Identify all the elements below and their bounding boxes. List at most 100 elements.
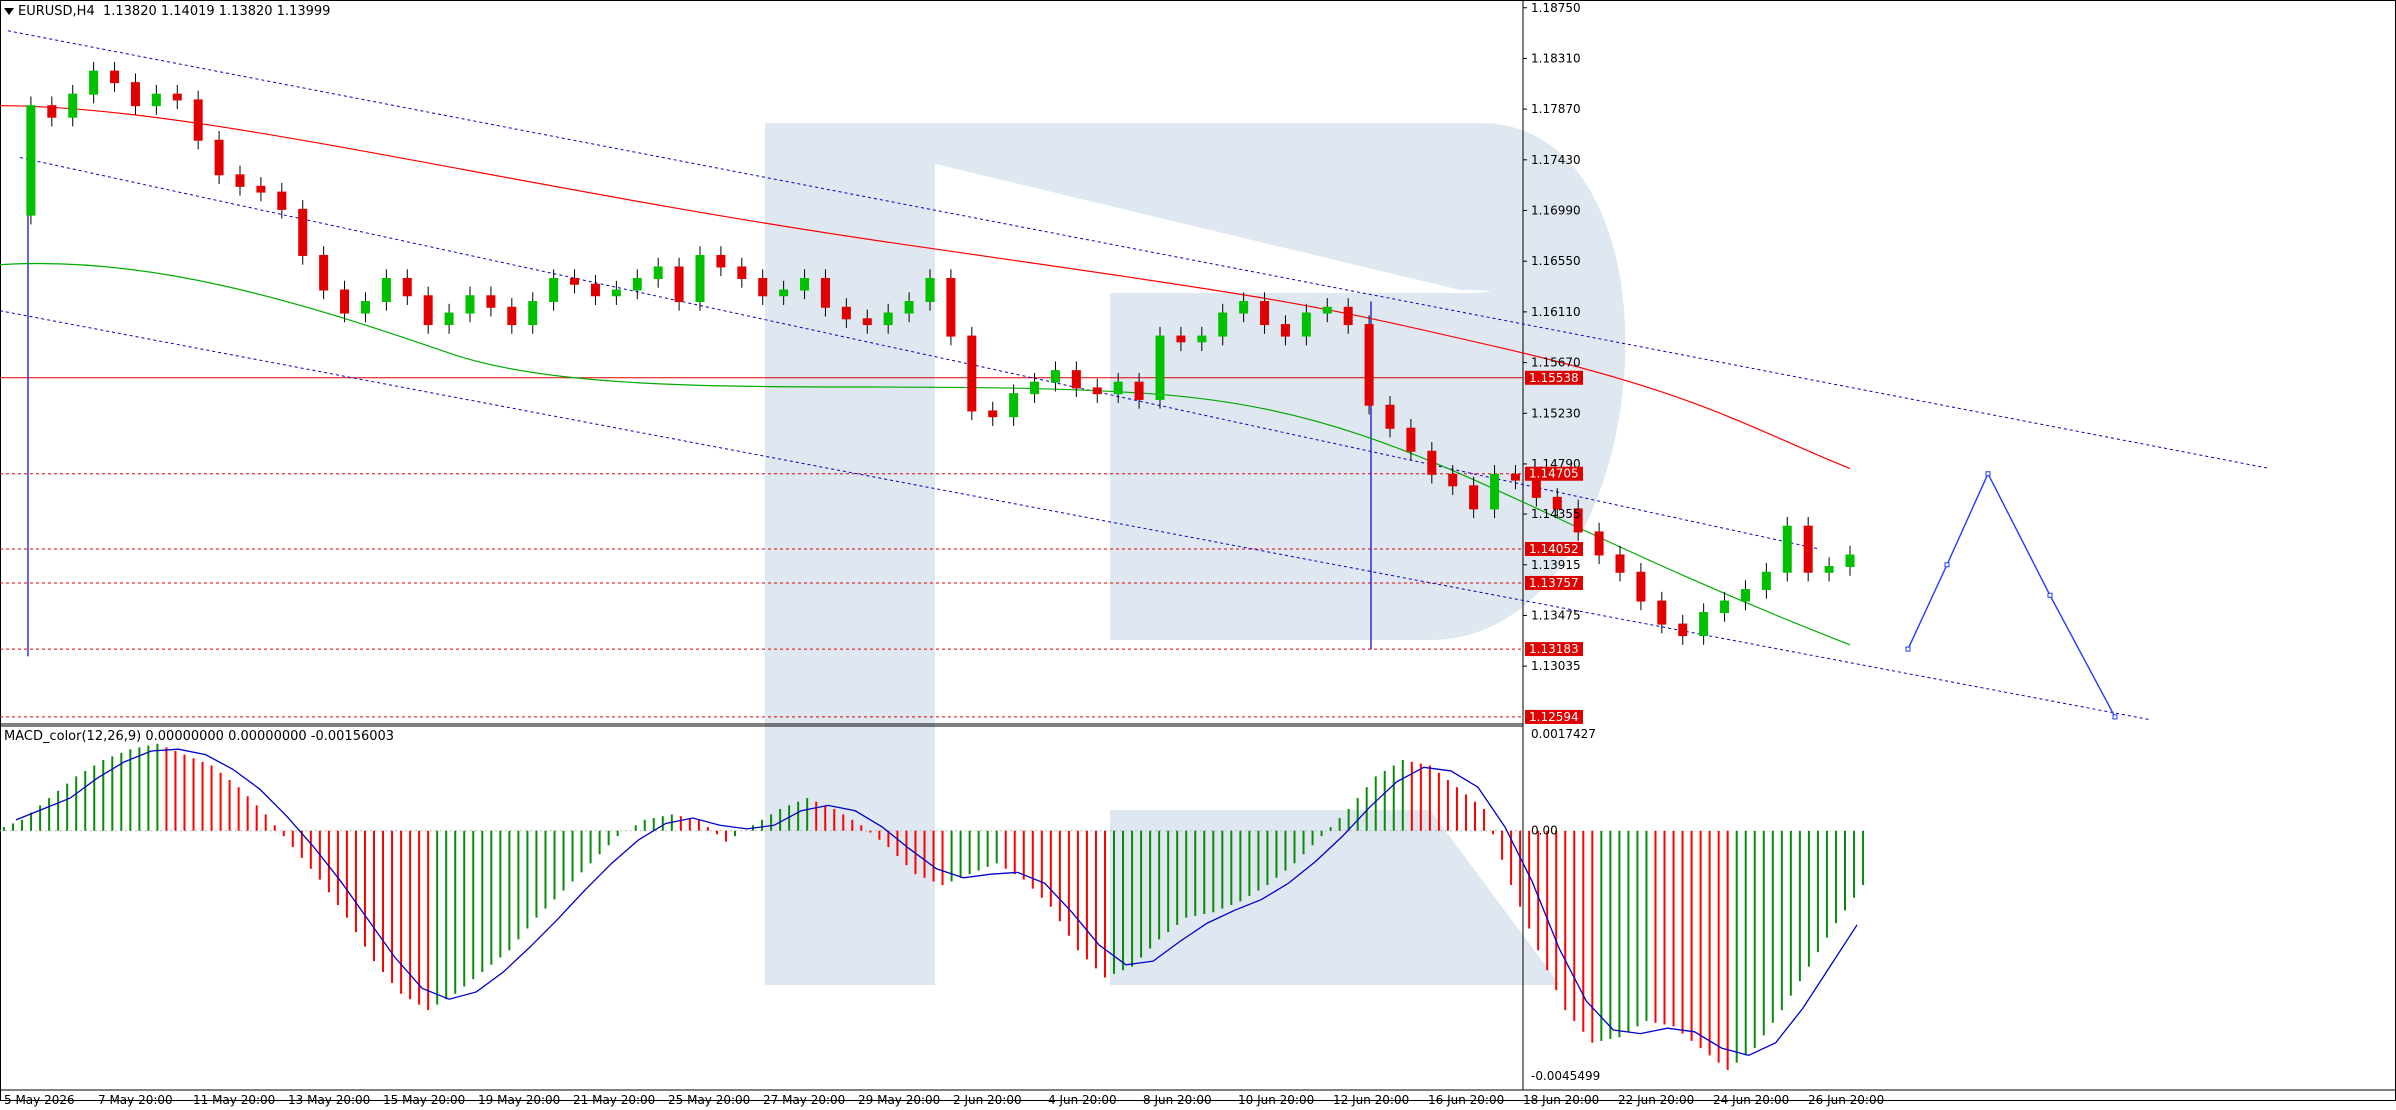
candle-body	[1469, 485, 1479, 510]
candle-body	[1218, 312, 1228, 337]
price-tick-label: 1.13475	[1531, 608, 1581, 622]
price-tick-label: 1.15670	[1531, 356, 1581, 370]
candle-body	[1824, 565, 1834, 573]
macd-scale-label: 0.00	[1531, 824, 1558, 838]
candle-body	[444, 312, 454, 326]
candle-body	[988, 410, 998, 418]
candle-body	[1657, 600, 1667, 625]
candle-body	[1740, 589, 1750, 602]
candle-body	[653, 266, 663, 279]
candle-body	[1406, 427, 1416, 452]
level-tag-label: 1.12594	[1529, 710, 1579, 724]
macd-scale-label: 0.0017427	[1531, 727, 1596, 741]
candle-body	[360, 301, 370, 314]
candle-body	[528, 301, 538, 326]
candle-body	[1678, 623, 1688, 637]
time-tick-label: 24 Jun 20:00	[1713, 1093, 1789, 1107]
price-tick-label: 1.16550	[1531, 254, 1581, 268]
time-tick-label: 16 Jun 20:00	[1428, 1093, 1504, 1107]
time-tick-label: 2 Jun 20:00	[953, 1093, 1022, 1107]
price-tick-label: 1.13915	[1531, 558, 1581, 572]
candle-body	[1490, 473, 1500, 510]
candle-body	[1615, 554, 1625, 573]
candle-body	[1134, 381, 1144, 400]
time-tick-label: 4 Jun 20:00	[1048, 1093, 1117, 1107]
candle-body	[820, 277, 830, 308]
candle-body	[967, 335, 977, 412]
candle-body	[737, 266, 747, 279]
candle-body	[1301, 312, 1311, 337]
forecast-path	[1905, 471, 2118, 720]
candle-body	[214, 139, 224, 176]
candle-body	[549, 277, 559, 303]
candle-body	[758, 277, 768, 297]
candle-body	[68, 93, 78, 118]
candle-body	[1092, 387, 1102, 395]
macd-signal-line	[15, 748, 1858, 1057]
candle-body	[1343, 306, 1353, 326]
time-tick-label: 15 May 20:00	[383, 1093, 465, 1107]
candle-body	[381, 277, 391, 303]
candle-body	[695, 254, 705, 303]
candle-body	[1030, 381, 1040, 395]
candle-body	[26, 105, 36, 216]
time-tick-label: 7 May 20:00	[98, 1093, 173, 1107]
time-tick-label: 29 May 20:00	[858, 1093, 940, 1107]
candle-body	[1239, 301, 1249, 314]
candle-body	[1155, 335, 1165, 400]
candle-body	[235, 174, 245, 187]
candle-body	[883, 312, 893, 326]
macd-scale-label: -0.0045499	[1531, 1069, 1600, 1083]
time-tick-label: 12 Jun 20:00	[1333, 1093, 1409, 1107]
price-tick-label: 1.18310	[1531, 51, 1581, 65]
candle-body	[862, 318, 872, 326]
time-tick-label: 5 May 2026	[4, 1093, 75, 1107]
candle-body	[1531, 479, 1541, 498]
candle-body	[674, 266, 684, 303]
candle-body	[130, 82, 140, 107]
candle-body	[423, 295, 433, 326]
candle-body	[1761, 571, 1771, 591]
price-chart[interactable]: 1.18750 1.18310 1.17870 1.17430 1.16990 1.165…	[0, 0, 2396, 1110]
time-tick-label: 11 May 20:00	[193, 1093, 275, 1107]
candle-body	[611, 289, 621, 297]
time-tick-label: 19 May 20:00	[478, 1093, 560, 1107]
candle-body	[1699, 612, 1709, 637]
candle-body	[465, 295, 475, 314]
candle-body	[1845, 554, 1855, 567]
candle-body	[507, 306, 517, 326]
candle-body	[716, 254, 726, 268]
candle-body	[946, 277, 956, 337]
candle-body	[256, 185, 266, 193]
candle-body	[1050, 370, 1060, 383]
candle-body	[590, 283, 600, 297]
price-tick-label: 1.13035	[1531, 659, 1581, 673]
candle-body	[319, 254, 329, 291]
candle-body	[1280, 324, 1290, 337]
candle-body	[193, 99, 203, 141]
level-tag-label: 1.14052	[1529, 542, 1579, 556]
candle-body	[1364, 324, 1374, 406]
forecast-node	[1905, 646, 1911, 652]
candle-body	[841, 306, 851, 320]
forecast-node	[2047, 592, 2053, 598]
level-tag-label: 1.15538	[1529, 371, 1579, 385]
price-tick-label: 1.14355	[1531, 507, 1581, 521]
candle-body	[1009, 393, 1019, 418]
candle-body	[151, 93, 161, 107]
time-tick-label: 10 Jun 20:00	[1238, 1093, 1314, 1107]
candle-body	[1427, 450, 1437, 475]
candle-body	[1720, 600, 1730, 614]
candle-body	[486, 295, 496, 308]
candle-body	[1782, 525, 1792, 573]
candle-body	[1113, 381, 1123, 395]
candle-body	[1385, 404, 1395, 429]
level-tag-label: 1.14705	[1529, 467, 1579, 481]
candle-body	[632, 277, 642, 291]
candle-body	[925, 277, 935, 303]
candle-body	[800, 277, 810, 291]
candle-body	[570, 277, 580, 285]
candle-body	[298, 208, 308, 256]
forecast-node	[2112, 714, 2118, 720]
candle-body	[1197, 335, 1207, 343]
